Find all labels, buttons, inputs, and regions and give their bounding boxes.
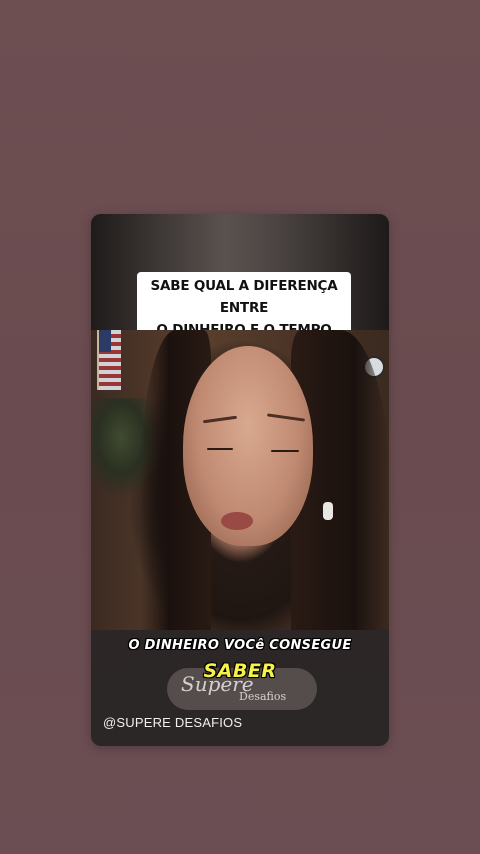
story-viewer[interactable]: SABE QUAL A DIFERENÇA ENTRE O DINHEIRO E… <box>0 0 480 854</box>
account-handle[interactable]: @SUPERE DESAFIOS <box>103 715 242 730</box>
earbud-icon <box>323 502 333 520</box>
story-card[interactable]: SABE QUAL A DIFERENÇA ENTRE O DINHEIRO E… <box>91 214 389 746</box>
subtitle-highlight-word: SABER <box>203 660 277 682</box>
flag-image <box>97 330 121 390</box>
right-eye <box>271 450 299 452</box>
story-video[interactable] <box>91 330 389 630</box>
lips <box>221 512 253 530</box>
watermark-small-text: Desafios <box>239 690 287 703</box>
subtitle-caption: O DINHEIRO VOCê CONSEGUE <box>128 638 352 653</box>
headline-line-1: SABE QUAL A DIFERENÇA ENTRE <box>150 278 338 316</box>
left-eye <box>207 448 233 450</box>
